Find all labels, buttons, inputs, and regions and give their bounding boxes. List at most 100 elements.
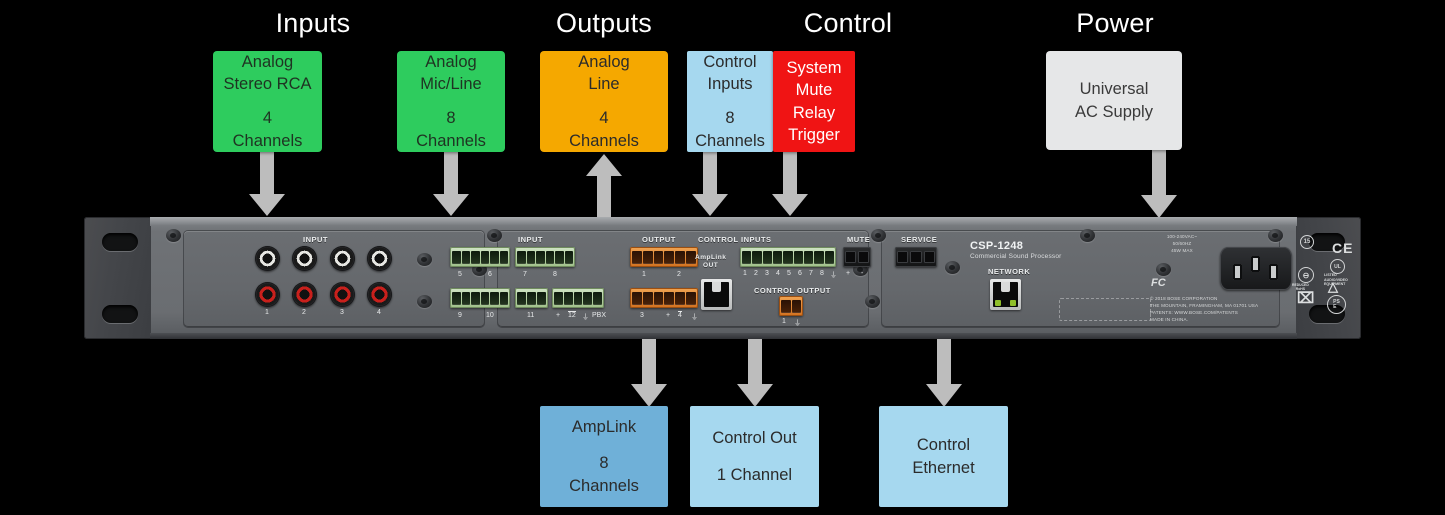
screw-icon: [166, 229, 181, 242]
control-input-number: 5: [787, 270, 791, 277]
box-analog-mic-line[interactable]: Analog Mic/Line 8 Channels: [397, 51, 505, 152]
label-pbx: PBX: [592, 312, 607, 319]
box-subtitle: 8 Channels: [416, 109, 486, 150]
label-amplink-out: AmpLink OUT: [695, 254, 727, 270]
rca-jack-red-2[interactable]: [292, 282, 317, 307]
box-title: Universal AC Supply: [1075, 80, 1153, 121]
subpanel-mid: [498, 231, 868, 327]
phoenix-ground-icon: ⏚: [582, 314, 589, 321]
box-title: Control Inputs: [703, 53, 757, 94]
box-analog-line[interactable]: Analog Line 4 Channels: [540, 51, 668, 152]
rcm-icon: △: [1328, 279, 1338, 294]
box-title: System Mute Relay Trigger: [786, 58, 842, 144]
faceplate: INPUT 1 2 3 4 INPUT 5 6 7 8 9 10 11 + 12…: [150, 217, 1352, 339]
box-control-out[interactable]: Control Out 1 Channel: [690, 406, 819, 507]
arrow-mic-line: [431, 152, 471, 218]
rca-jack-white-4[interactable]: [367, 246, 392, 271]
control-output-number: 1: [782, 318, 786, 325]
heading-control: Control: [803, 8, 893, 38]
rca-number: 2: [302, 309, 306, 316]
rohs-icon: ⊖: [1298, 267, 1314, 283]
screw-icon: [871, 229, 886, 242]
screw-icon: [1080, 229, 1095, 242]
rca-jack-white-1[interactable]: [255, 246, 280, 271]
box-analog-stereo-rca[interactable]: Analog Stereo RCA 4 Channels: [213, 51, 322, 152]
amplink-rj45-port[interactable]: [701, 279, 732, 310]
phoenix-number: 7: [523, 271, 527, 278]
arrow-analog-line: [584, 152, 624, 218]
box-universal-ac-supply[interactable]: Universal AC Supply: [1046, 51, 1182, 150]
arrow-system-mute: [770, 152, 810, 218]
output-ground-icon: ⏚: [691, 314, 698, 321]
box-subtitle: 4 Channels: [569, 109, 639, 150]
phoenix-input-11[interactable]: [515, 288, 548, 308]
box-control-inputs[interactable]: Control Inputs 8 Channels: [687, 51, 773, 152]
phoenix-number: 5: [458, 271, 462, 278]
rca-jack-white-2[interactable]: [292, 246, 317, 271]
iec-power-inlet[interactable]: [1220, 247, 1292, 290]
device-model: CSP-1248: [970, 240, 1024, 252]
output-number: 3: [640, 312, 644, 319]
screw-icon: [865, 295, 880, 308]
diagram-canvas: Inputs Outputs Control Power Analog Ster…: [0, 0, 1445, 515]
label-placeholder-area: [1059, 298, 1151, 321]
phoenix-input-7-8[interactable]: [515, 247, 575, 267]
control-input-number: 7: [809, 270, 813, 277]
power-spec-text: 100-240VAC~ 50/60HZ 45W MAX: [1166, 234, 1198, 253]
box-subtitle: 1 Channel: [716, 465, 793, 484]
device-rear-panel: INPUT 1 2 3 4 INPUT 5 6 7 8 9 10 11 + 12…: [84, 217, 1361, 339]
box-system-mute-relay-trigger[interactable]: System Mute Relay Trigger: [773, 51, 855, 152]
label-input-phoenix: INPUT: [518, 235, 543, 244]
output-number: 4: [678, 311, 682, 319]
phoenix-number: 10: [486, 312, 494, 319]
rca-jack-white-3[interactable]: [330, 246, 355, 271]
rca-number: 1: [265, 309, 269, 316]
heading-power: Power: [1076, 8, 1154, 38]
rca-jack-red-3[interactable]: [330, 282, 355, 307]
box-control-ethernet[interactable]: Control Ethernet: [879, 406, 1008, 507]
label-control-inputs: CONTROL INPUTS: [698, 235, 772, 244]
heading-inputs: Inputs: [275, 8, 351, 38]
box-title: Analog Mic/Line: [420, 53, 482, 94]
rca-jack-red-1[interactable]: [255, 282, 280, 307]
box-amplink[interactable]: AmpLink 8 Channels: [540, 406, 668, 507]
rca-number: 4: [377, 309, 381, 316]
phoenix-control-inputs[interactable]: [740, 247, 836, 267]
arrow-ac-supply: [1139, 150, 1179, 220]
control-input-ground-icon: ⏚: [830, 272, 837, 279]
control-input-number: 6: [798, 270, 802, 277]
phoenix-input-5-6[interactable]: [450, 247, 510, 267]
box-subtitle: 4 Channels: [232, 109, 303, 150]
mute-connector[interactable]: [843, 247, 871, 267]
top-rail: [150, 217, 1297, 226]
iec-pin-icon: [1233, 264, 1242, 280]
phoenix-control-output[interactable]: [779, 296, 803, 316]
ce-icon: CE: [1332, 240, 1354, 256]
screw-icon: [417, 253, 432, 266]
device-model-subtitle: Commercial Sound Processor: [970, 253, 1062, 260]
control-output-ground-icon: ⏚: [794, 320, 801, 327]
arrow-control-inputs: [690, 152, 730, 218]
screw-icon: [417, 295, 432, 308]
screw-icon: [1268, 229, 1283, 242]
service-connector[interactable]: [895, 247, 937, 267]
box-title: Analog Line: [578, 53, 630, 94]
rca-jack-red-4[interactable]: [367, 282, 392, 307]
activity-led-icon: [1010, 300, 1016, 306]
control-input-number: 3: [765, 270, 769, 277]
label-output: OUTPUT: [642, 235, 676, 244]
phoenix-output-1-2[interactable]: [630, 247, 698, 267]
cert-15-icon: 15: [1300, 235, 1314, 249]
arrow-control-out: [735, 339, 775, 409]
network-rj45-port[interactable]: [990, 279, 1021, 310]
label-network: NETWORK: [988, 267, 1031, 276]
phoenix-input-12-pbx[interactable]: [552, 288, 604, 308]
control-input-number: 1: [743, 270, 747, 277]
heading-outputs: Outputs: [556, 8, 652, 38]
phoenix-output-3-4[interactable]: [630, 288, 698, 308]
arrow-amplink: [629, 339, 669, 409]
mute-pin-minus: -: [861, 270, 864, 277]
subpanel-left: [184, 231, 484, 327]
phoenix-input-9-10[interactable]: [450, 288, 510, 308]
box-subtitle: 8 Channels: [695, 109, 765, 150]
